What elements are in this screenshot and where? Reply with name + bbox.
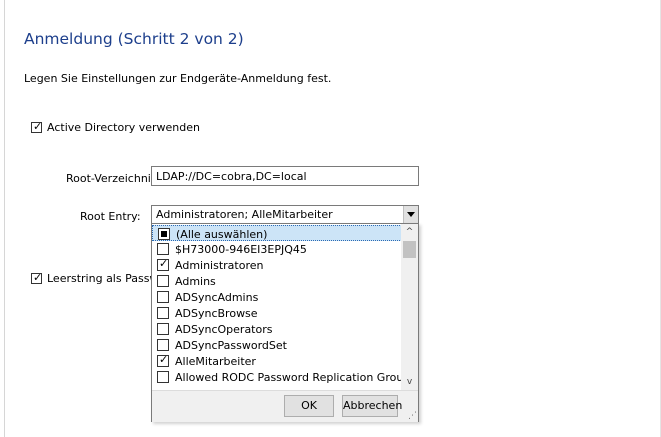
page-title: Anmeldung (Schritt 2 von 2) [24, 30, 244, 48]
item-checkbox[interactable] [157, 291, 169, 303]
empty-password-label[interactable]: Leerstring als Passwort [47, 272, 151, 285]
item-checkbox[interactable] [158, 228, 170, 240]
vertical-scrollbar[interactable]: ^ v [401, 224, 418, 390]
root-directory-label: Root-Verzeichnis: [66, 172, 161, 185]
list-item-label: ADSyncAdmins [175, 291, 259, 304]
list-item-label: Allowed RODC Password Replication Group [175, 371, 402, 384]
ok-button[interactable]: OK [284, 395, 334, 417]
list-item[interactable]: ADSyncPasswordSet [152, 337, 402, 353]
list-item-label: (Alle auswählen) [176, 228, 268, 241]
dropdown-footer: OK Abbrechen ⋰ [152, 390, 418, 422]
checkmark-icon: ✓ [159, 257, 169, 270]
chevron-down-icon [407, 212, 415, 217]
list-item[interactable]: ✓ Administratoren [152, 257, 402, 273]
root-directory-input[interactable]: LDAP://DC=cobra,DC=local [151, 166, 419, 186]
item-checkbox[interactable] [157, 307, 169, 319]
item-checkbox[interactable] [157, 243, 169, 255]
list-item[interactable]: ✓ AlleMitarbeiter [152, 353, 402, 369]
list-item-label: AlleMitarbeiter [175, 355, 256, 368]
checkmark-icon: ✓ [33, 271, 43, 284]
item-checkbox[interactable] [157, 275, 169, 287]
page-subtitle: Legen Sie Einstellungen zur Endgeräte-An… [24, 72, 332, 85]
scroll-up-icon[interactable]: ^ [401, 224, 418, 240]
group-checklist: (Alle auswählen) $H73000-946EI3EPJQ45 ✓ Adm… [152, 224, 402, 390]
cancel-button[interactable]: Abbrechen [342, 395, 402, 417]
list-item-label: $H73000-946EI3EPJQ45 [175, 243, 307, 256]
list-item[interactable]: $H73000-946EI3EPJQ45 [152, 241, 402, 257]
list-item-label: ADSyncOperators [175, 323, 273, 336]
root-entry-combobox[interactable]: Administratoren; AlleMitarbeiter [151, 205, 419, 224]
item-checkbox[interactable]: ✓ [157, 353, 169, 367]
item-checkbox[interactable] [157, 339, 169, 351]
list-item[interactable]: ADSyncOperators [152, 321, 402, 337]
resize-grip-icon[interactable]: ⋰ [408, 412, 417, 421]
list-item[interactable]: Admins [152, 273, 402, 289]
list-item[interactable]: ADSyncAdmins [152, 289, 402, 305]
list-item[interactable]: Allowed RODC Password Replication Group [152, 369, 402, 385]
list-item-label: Administratoren [175, 259, 264, 272]
item-checkbox[interactable] [157, 323, 169, 335]
list-item-label: Admins [175, 275, 216, 288]
list-item[interactable]: (Alle auswählen) [152, 225, 402, 241]
scroll-thumb[interactable] [403, 241, 416, 258]
checkmark-icon: ✓ [159, 353, 169, 366]
root-entry-value: Administratoren; AlleMitarbeiter [156, 208, 333, 221]
list-item-label: ADSyncBrowse [175, 307, 258, 320]
active-directory-label[interactable]: Active Directory verwenden [47, 121, 200, 134]
item-checkbox[interactable]: ✓ [157, 257, 169, 271]
window-left-border [4, 0, 5, 437]
checkmark-icon: ✓ [33, 120, 43, 133]
root-entry-label: Root Entry: [80, 210, 141, 223]
empty-password-checkbox[interactable]: ✓ [31, 271, 43, 284]
list-item-label: ADSyncPasswordSet [175, 339, 287, 352]
dropdown-button[interactable] [403, 206, 418, 223]
active-directory-checkbox[interactable]: ✓ [31, 120, 43, 133]
root-entry-dropdown: (Alle auswählen) $H73000-946EI3EPJQ45 ✓ Adm… [151, 223, 419, 422]
list-item[interactable]: ADSyncBrowse [152, 305, 402, 321]
item-checkbox[interactable] [157, 371, 169, 383]
scroll-down-icon[interactable]: v [401, 374, 418, 390]
